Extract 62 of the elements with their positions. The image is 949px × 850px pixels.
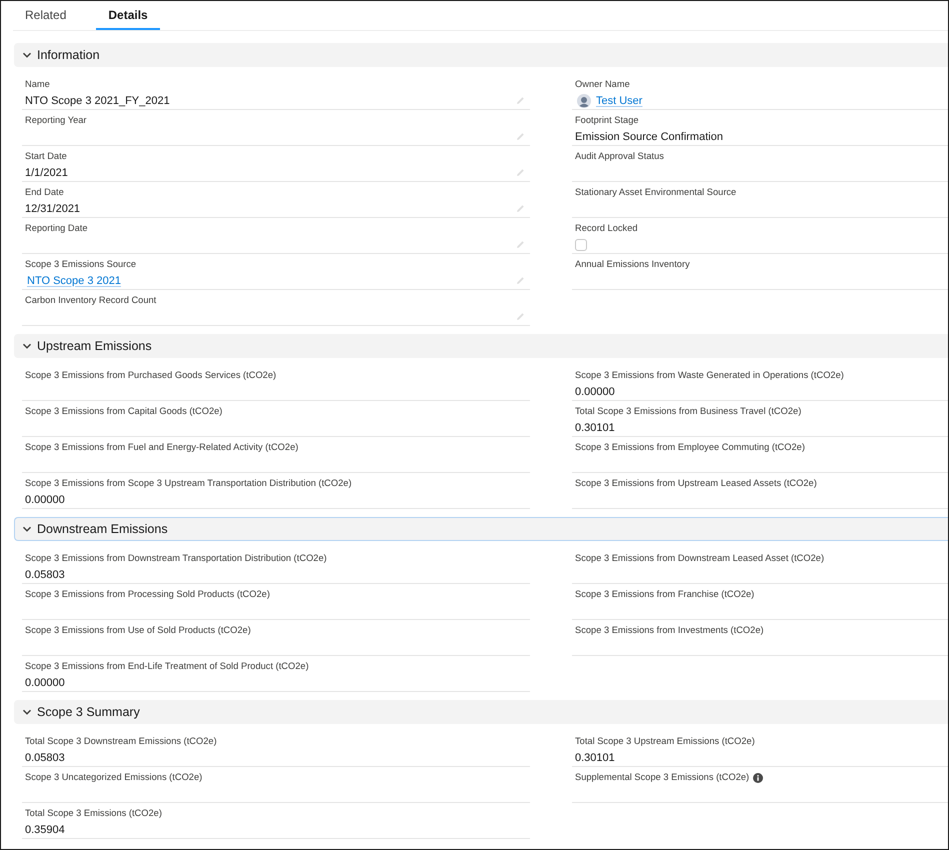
- field-label: Scope 3 Emissions from Purchased Goods Services (tCO2e): [25, 369, 276, 382]
- field-label: Scope 3 Emissions from Capital Goods (tCO2e): [25, 405, 222, 418]
- pencil-icon[interactable]: [516, 240, 525, 249]
- pencil-icon[interactable]: [516, 204, 525, 213]
- field-label: Scope 3 Emissions from Franchise (tCO2e): [575, 588, 754, 601]
- field-value: 0.00000: [25, 494, 65, 506]
- field-label: Total Scope 3 Downstream Emissions (tCO2e): [25, 735, 217, 748]
- field-label: Stationary Asset Environmental Source: [575, 186, 736, 199]
- field-label: Reporting Date: [25, 222, 88, 235]
- section-header[interactable]: Scope 3 Summary: [14, 700, 948, 724]
- field-label: Reporting Year: [25, 114, 87, 127]
- field-label: Scope 3 Emissions from Scope 3 Upstream Transportation Distribution (tCO2e): [25, 477, 352, 490]
- field-label: Scope 3 Emissions from Processing Sold Products (tCO2e): [25, 588, 270, 601]
- field-label: End Date: [25, 186, 64, 199]
- pencil-icon[interactable]: [516, 132, 525, 141]
- field-label: Scope 3 Emissions Source: [25, 258, 136, 271]
- field-value: 0.00000: [575, 386, 615, 398]
- field-value: 0.35904: [25, 824, 65, 836]
- field-label: Start Date: [25, 150, 67, 163]
- field-value: 0.05803: [25, 568, 65, 580]
- pencil-icon[interactable]: [516, 168, 525, 177]
- section-header[interactable]: Downstream Emissions: [14, 517, 948, 541]
- field-label: Scope 3 Emissions from Upstream Leased Assets (tCO2e): [575, 477, 817, 490]
- field-label: Name: [25, 78, 50, 91]
- pencil-icon[interactable]: [516, 312, 525, 321]
- field-label: Scope 3 Emissions from Fuel and Energy-Related Activity (tCO2e): [25, 441, 298, 454]
- field-value: 12/31/2021: [25, 202, 80, 214]
- user-link[interactable]: Test User: [596, 94, 642, 106]
- field-value: NTO Scope 3 2021_FY_2021: [25, 94, 170, 106]
- field-label: Audit Approval Status: [575, 150, 664, 163]
- pencil-icon[interactable]: [516, 276, 525, 285]
- field-value: 0.00000: [25, 676, 65, 688]
- section-header[interactable]: Upstream Emissions: [14, 334, 948, 358]
- field-value: 0.30101: [575, 752, 615, 764]
- section-header[interactable]: Information: [14, 43, 948, 67]
- field-label: Scope 3 Uncategorized Emissions (tCO2e): [25, 771, 202, 784]
- field-label: Footprint Stage: [575, 114, 639, 127]
- record-link[interactable]: NTO Scope 3 2021: [27, 274, 121, 286]
- field-label: Annual Emissions Inventory: [575, 258, 690, 271]
- field-label: Scope 3 Emissions from Downstream Leased Asset (tCO2e): [575, 552, 824, 565]
- checkbox[interactable]: [575, 238, 587, 250]
- field-label: Carbon Inventory Record Count: [25, 294, 156, 307]
- field-label: Total Scope 3 Emissions (tCO2e): [25, 807, 162, 820]
- field-value: 0.30101: [575, 422, 615, 434]
- field-label: Total Scope 3 Emissions from Business Travel (tCO2e): [575, 405, 802, 418]
- field-label: Supplemental Scope 3 Emissions (tCO2e): [575, 771, 750, 784]
- field-value: Emission Source Confirmation: [575, 130, 723, 142]
- field-label: Scope 3 Emissions from Waste Generated in Operations (tCO2e): [575, 369, 844, 382]
- tab[interactable]: Details: [96, 1, 160, 30]
- field-label: Total Scope 3 Upstream Emissions (tCO2e): [575, 735, 755, 748]
- field-label: Scope 3 Emissions from Employee Commuting (tCO2e): [575, 441, 805, 454]
- pencil-icon[interactable]: [516, 96, 525, 105]
- avatar-icon: [577, 94, 591, 108]
- field-value: 0.05803: [25, 752, 65, 764]
- field-label: Scope 3 Emissions from Downstream Transportation Distribution (tCO2e): [25, 552, 327, 565]
- tab[interactable]: Related: [13, 1, 78, 30]
- field-value: 1/1/2021: [25, 166, 68, 178]
- field-label: Scope 3 Emissions from End-Life Treatment of Sold Product (tCO2e): [25, 660, 309, 673]
- field-label: Scope 3 Emissions from Investments (tCO2e): [575, 624, 764, 637]
- field-label: Record Locked: [575, 222, 638, 235]
- field-label: Owner Name: [575, 78, 630, 91]
- field-label: Scope 3 Emissions from Use of Sold Products (tCO2e): [25, 624, 251, 637]
